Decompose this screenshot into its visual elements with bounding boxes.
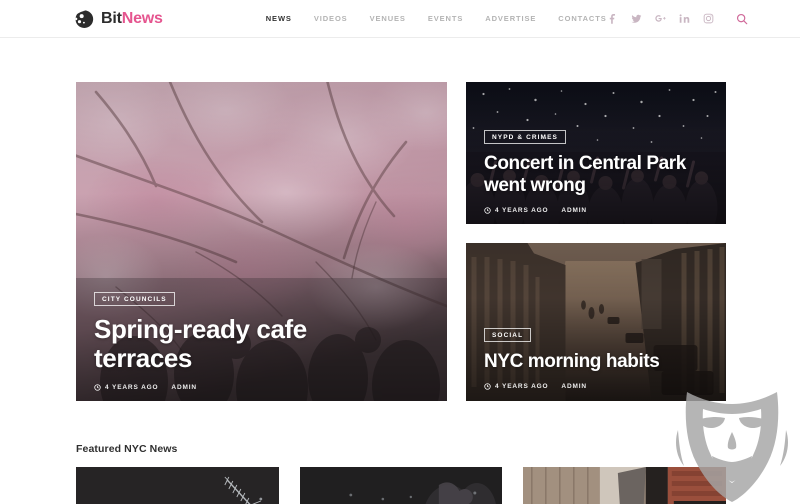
logo-wordmark: BitNews [101, 11, 163, 27]
hero-top-content: NYPD & CRIMES Concert in Central Park we… [466, 126, 726, 224]
hero-main-time-label: 4 YEARS AGO [105, 384, 158, 391]
hero-left-column: CITY COUNCILS Spring-ready cafe terraces… [76, 82, 447, 401]
clock-icon [484, 207, 491, 214]
header-social-bar [607, 13, 748, 25]
hero-main-category-badge[interactable]: CITY COUNCILS [94, 292, 175, 306]
instagram-icon[interactable] [703, 13, 714, 24]
nav-item-advertise[interactable]: ADVERTISE [485, 14, 536, 23]
hero-main-author-label: ADMIN [171, 384, 197, 391]
panda-ball-icon [74, 9, 94, 29]
nav-item-events[interactable]: EVENTS [428, 14, 463, 23]
hero-top-author-label: ADMIN [561, 207, 587, 214]
hero-top-time-label: 4 YEARS AGO [495, 207, 548, 214]
featured-thumb-2-image [300, 467, 503, 504]
hero-right-column: NYPD & CRIMES Concert in Central Park we… [466, 82, 726, 401]
hero-top-category-badge[interactable]: NYPD & CRIMES [484, 130, 566, 144]
hero-main-timestamp: 4 YEARS AGO [94, 384, 158, 391]
hero-bottom-content: SOCIAL NYC morning habits 4 YEARS AGO AD… [466, 324, 726, 401]
google-plus-icon[interactable] [655, 13, 666, 24]
site-logo[interactable]: BitNews [74, 9, 163, 29]
hero-grid: CITY COUNCILS Spring-ready cafe terraces… [76, 82, 726, 401]
facebook-icon[interactable] [607, 13, 618, 24]
linkedin-icon[interactable] [679, 13, 690, 24]
hero-top-timestamp: 4 YEARS AGO [484, 207, 548, 214]
twitter-icon[interactable] [631, 13, 642, 24]
nav-item-contacts[interactable]: CONTACTS [558, 14, 606, 23]
hero-main-author[interactable]: ADMIN [171, 384, 197, 391]
hero-bottom-card[interactable]: SOCIAL NYC morning habits 4 YEARS AGO AD… [466, 243, 726, 401]
hero-bottom-author[interactable]: ADMIN [561, 383, 587, 390]
featured-section-heading: Featured NYC News [76, 443, 726, 455]
hero-top-title: Concert in Central Park went wrong [484, 153, 708, 196]
hero-top-meta: 4 YEARS AGO ADMIN [484, 207, 708, 214]
page-content: CITY COUNCILS Spring-ready cafe terraces… [0, 38, 800, 504]
hero-top-card[interactable]: NYPD & CRIMES Concert in Central Park we… [466, 82, 726, 224]
hero-bottom-category-badge[interactable]: SOCIAL [484, 328, 531, 342]
hero-bottom-author-label: ADMIN [561, 383, 587, 390]
hero-bottom-title: NYC morning habits [484, 351, 708, 372]
hero-main-meta: 4 YEARS AGO ADMIN [94, 384, 429, 391]
hero-bottom-meta: 4 YEARS AGO ADMIN [484, 383, 708, 390]
nav-item-videos[interactable]: VIDEOS [314, 14, 348, 23]
featured-thumb-row: Bowery [76, 467, 726, 504]
nav-item-venues[interactable]: VENUES [370, 14, 406, 23]
clock-icon [484, 383, 491, 390]
featured-thumb-2[interactable] [300, 467, 503, 504]
featured-thumb-1-image [76, 467, 279, 504]
hero-bottom-time-label: 4 YEARS AGO [495, 383, 548, 390]
logo-text-news: News [122, 10, 163, 27]
logo-text-bit: Bit [101, 10, 122, 27]
hero-bottom-timestamp: 4 YEARS AGO [484, 383, 548, 390]
featured-thumb-1[interactable] [76, 467, 279, 504]
clock-icon [94, 384, 101, 391]
search-icon[interactable] [736, 13, 748, 25]
featured-thumb-3[interactable]: Bowery [523, 467, 726, 504]
hero-top-author[interactable]: ADMIN [561, 207, 587, 214]
main-navigation: NEWS VIDEOS VENUES EVENTS ADVERTISE CONT… [266, 14, 607, 23]
hero-main-title: Spring-ready cafe terraces [94, 315, 394, 373]
site-header: BitNews NEWS VIDEOS VENUES EVENTS ADVERT… [0, 0, 800, 38]
nav-item-news[interactable]: NEWS [266, 14, 292, 23]
featured-thumb-3-image: Bowery [523, 467, 726, 504]
hero-main-card[interactable]: CITY COUNCILS Spring-ready cafe terraces… [76, 82, 447, 401]
hero-main-content: CITY COUNCILS Spring-ready cafe terraces… [76, 288, 447, 401]
